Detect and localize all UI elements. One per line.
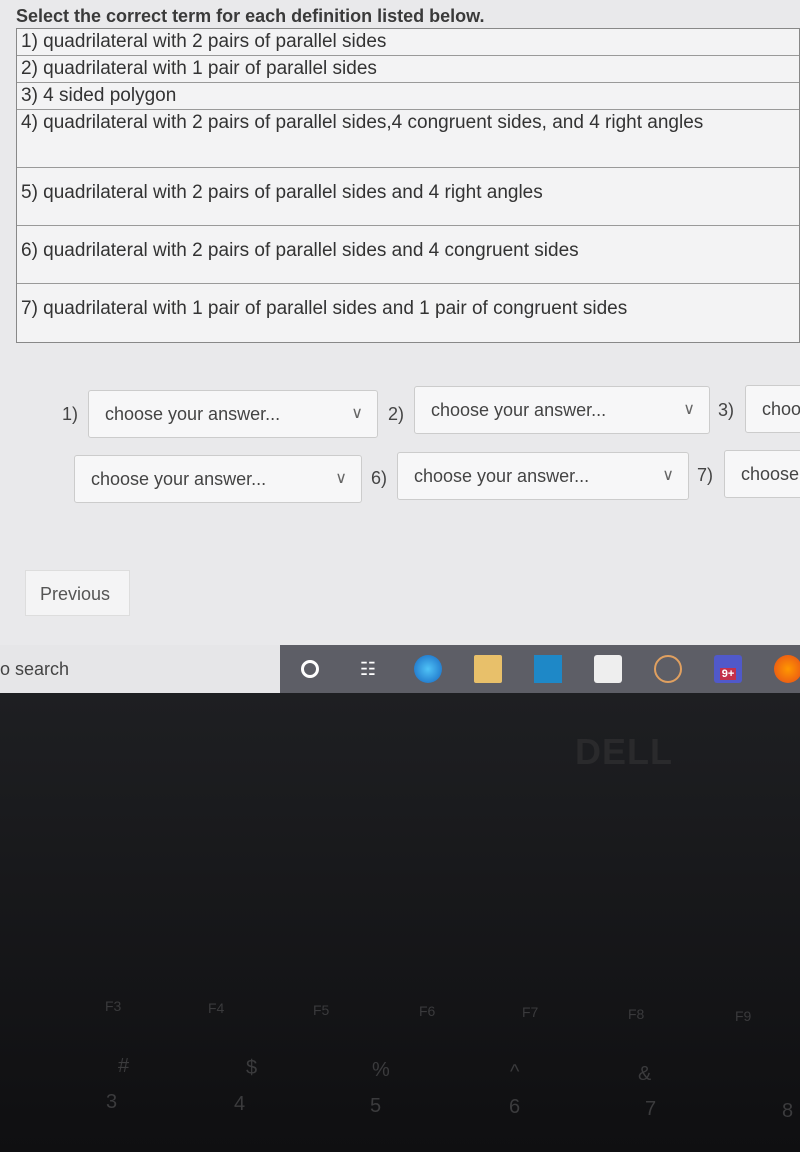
key-f6: F6 bbox=[419, 1003, 436, 1019]
select-value: choose your answer... bbox=[431, 400, 607, 420]
edge-icon[interactable] bbox=[414, 655, 442, 683]
definition-row: 7) quadrilateral with 1 pair of parallel… bbox=[21, 298, 628, 319]
answer-label-2: 2) bbox=[388, 404, 405, 424]
key-caret: ^ bbox=[510, 1061, 520, 1083]
select-value: choose bbox=[741, 464, 800, 484]
key-8: 8 bbox=[782, 1100, 794, 1122]
key-f9: F9 bbox=[735, 1008, 752, 1024]
key-hash: # bbox=[118, 1055, 130, 1077]
select-value: choose your answer... bbox=[414, 466, 590, 486]
dell-logo: DELL bbox=[575, 731, 673, 772]
answer-select-1[interactable]: choose your answer... ∨ bbox=[88, 390, 378, 438]
select-value: choo bbox=[762, 399, 800, 419]
chevron-down-icon: ∨ bbox=[351, 405, 363, 422]
answer-select-3[interactable]: choo bbox=[745, 385, 800, 433]
key-f8: F8 bbox=[628, 1006, 645, 1022]
chevron-down-icon: ∨ bbox=[683, 401, 695, 418]
answer-label-6: 6) bbox=[371, 468, 388, 488]
definition-row: 6) quadrilateral with 2 pairs of paralle… bbox=[17, 226, 799, 284]
key-6: 6 bbox=[509, 1096, 521, 1118]
firefox-icon[interactable] bbox=[774, 655, 800, 683]
browser-page: Select the correct term for each definit… bbox=[0, 0, 800, 645]
answer-select-2[interactable]: choose your answer... ∨ bbox=[414, 386, 710, 434]
store-icon[interactable] bbox=[594, 655, 622, 683]
definition-row: 4) quadrilateral with 2 pairs of paralle… bbox=[17, 110, 799, 168]
select-value: choose your answer... bbox=[105, 404, 281, 424]
taskbar: o search ☷ 9+ bbox=[0, 645, 800, 693]
key-f4: F4 bbox=[208, 1000, 225, 1016]
key-ampersand: & bbox=[638, 1063, 652, 1085]
key-3: 3 bbox=[106, 1091, 118, 1113]
key-f7: F7 bbox=[522, 1004, 539, 1020]
select-value: choose your answer... bbox=[91, 469, 267, 489]
chevron-down-icon: ∨ bbox=[662, 467, 674, 484]
key-4: 4 bbox=[234, 1093, 246, 1115]
previous-button[interactable]: Previous bbox=[25, 570, 130, 616]
answer-label-1: 1) bbox=[62, 404, 79, 424]
definitions-table: 1) quadrilateral with 2 pairs of paralle… bbox=[16, 28, 800, 343]
notification-badge: 9+ bbox=[719, 668, 737, 680]
key-f5: F5 bbox=[313, 1002, 330, 1018]
laptop-keyboard: DELL F3 F4 F5 F6 F7 F8 F9 # $ % ^ & 3 4 … bbox=[0, 693, 800, 1152]
answer-select-7[interactable]: choose bbox=[724, 450, 800, 498]
key-7: 7 bbox=[645, 1098, 657, 1120]
mail-icon[interactable] bbox=[534, 655, 562, 683]
task-view-icon[interactable]: ☷ bbox=[354, 655, 382, 683]
definition-row: 1) quadrilateral with 2 pairs of paralle… bbox=[17, 29, 799, 56]
key-f3: F3 bbox=[105, 998, 122, 1014]
definition-row: 2) quadrilateral with 1 pair of parallel… bbox=[17, 56, 799, 83]
answer-label-3: 3) bbox=[718, 400, 735, 420]
key-5: 5 bbox=[370, 1095, 382, 1117]
answer-label-7: 7) bbox=[697, 465, 714, 485]
instructions: Select the correct term for each definit… bbox=[16, 6, 485, 26]
chevron-down-icon: ∨ bbox=[335, 470, 347, 487]
teams-icon[interactable]: 9+ bbox=[714, 655, 742, 683]
cortana-icon[interactable] bbox=[296, 655, 324, 683]
key-dollar: $ bbox=[246, 1057, 258, 1079]
key-percent: % bbox=[372, 1059, 390, 1081]
taskbar-search[interactable]: o search bbox=[0, 645, 280, 693]
app-icon[interactable] bbox=[654, 655, 682, 683]
file-explorer-icon[interactable] bbox=[474, 655, 502, 683]
definition-row: 3) 4 sided polygon bbox=[17, 83, 799, 110]
answer-select-5[interactable]: choose your answer... ∨ bbox=[74, 455, 362, 503]
definition-row: 5) quadrilateral with 2 pairs of paralle… bbox=[17, 168, 799, 226]
answer-select-6[interactable]: choose your answer... ∨ bbox=[397, 452, 689, 500]
